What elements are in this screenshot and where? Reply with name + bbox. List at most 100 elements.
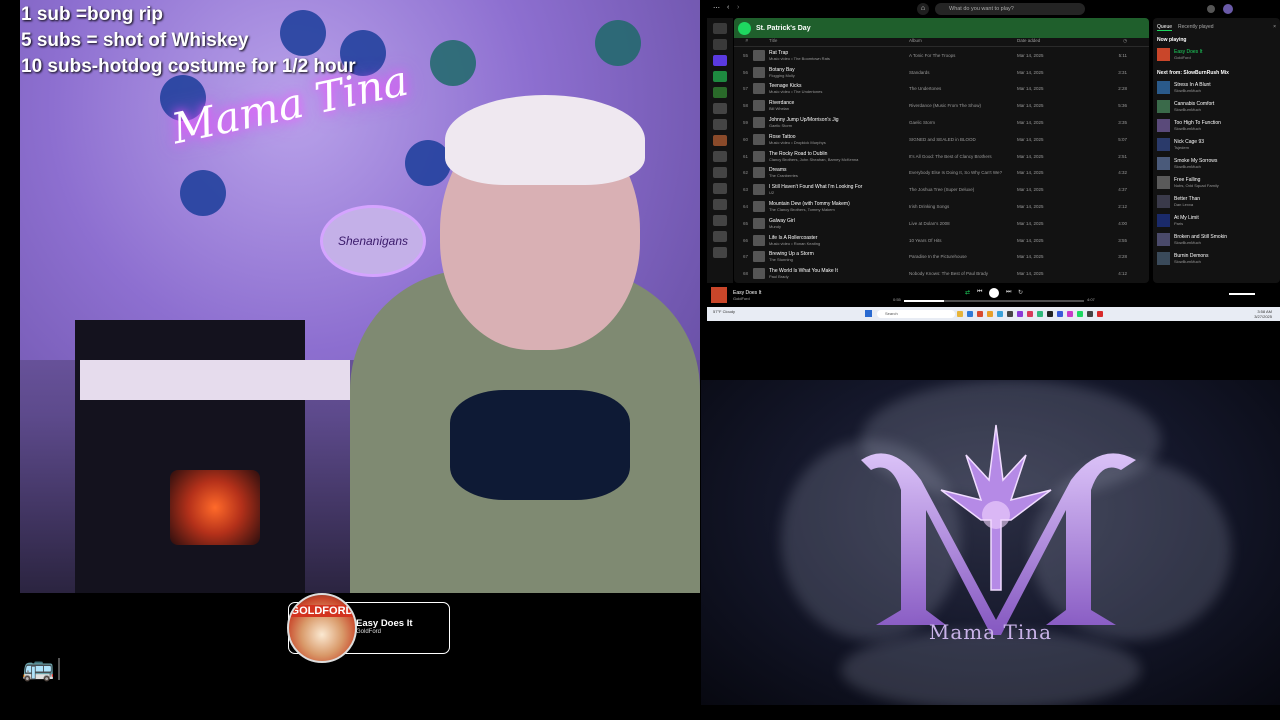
- app-icon[interactable]: [1007, 311, 1013, 317]
- queue-item[interactable]: Free Falling Nubs, Odd Squad Family: [1153, 173, 1280, 192]
- track-album[interactable]: SIGNED and SEALED in BLOOD: [909, 137, 1017, 142]
- track-artist[interactable]: Music video • Ronan Keating: [769, 241, 909, 246]
- library-item[interactable]: [713, 231, 727, 242]
- previous-icon[interactable]: ⏮: [977, 289, 982, 296]
- track-row[interactable]: 68 The World Is What You Make It Paul Brad…: [734, 265, 1149, 282]
- track-album[interactable]: Riverdance (Music From The Show): [909, 103, 1017, 108]
- track-artist[interactable]: Clancy Brothers, John Sheahan, Barney Mc…: [769, 157, 909, 162]
- queue-item[interactable]: Too High To Function SlowBurnMuch: [1153, 116, 1280, 135]
- library-item[interactable]: [713, 71, 727, 82]
- library-item[interactable]: [713, 87, 727, 98]
- queue-item[interactable]: Stress In A Blunt SlowBurnMuch: [1153, 78, 1280, 97]
- col-date[interactable]: Date added: [1017, 38, 1107, 46]
- queue-item[interactable]: Better Than Dan Lexxa: [1153, 192, 1280, 211]
- library-item[interactable]: [713, 55, 727, 66]
- track-row[interactable]: 60 Rose Tattoo Music video • Dropkick Murp…: [734, 131, 1149, 148]
- taskbar-search[interactable]: Search: [877, 310, 955, 318]
- track-row[interactable]: 62 Dreams The Cranberries Everybody Else Is…: [734, 165, 1149, 182]
- library-item[interactable]: [713, 119, 727, 130]
- track-album[interactable]: Everybody Else Is Doing It, So Why Can't…: [909, 170, 1017, 175]
- track-row[interactable]: 59 Johnny Jump Up/Morrison's Jig Gaelic St…: [734, 114, 1149, 131]
- back-icon[interactable]: ‹: [727, 4, 729, 11]
- app-icon[interactable]: [1047, 311, 1053, 317]
- app-icon[interactable]: [1067, 311, 1073, 317]
- windows-start-icon[interactable]: [865, 310, 872, 317]
- library-item[interactable]: [713, 183, 727, 194]
- home-icon[interactable]: ⌂: [917, 3, 929, 15]
- app-icon[interactable]: [1097, 311, 1103, 317]
- library-item[interactable]: [713, 215, 727, 226]
- close-icon[interactable]: ×: [1273, 24, 1276, 31]
- track-row[interactable]: 57 Teenage Kicks Music video • The Underto…: [734, 81, 1149, 98]
- track-album[interactable]: A Tonic For The Troops: [909, 53, 1017, 58]
- track-row[interactable]: 55 Rat Trap Music video • The Boomtown Rat…: [734, 47, 1149, 64]
- track-album[interactable]: Standards: [909, 70, 1017, 75]
- progress-bar[interactable]: [904, 300, 1084, 302]
- forward-icon[interactable]: ›: [737, 4, 739, 11]
- app-icon[interactable]: [987, 311, 993, 317]
- track-artist[interactable]: Bill Whelan: [769, 106, 909, 111]
- track-row[interactable]: 65 Galway Girl Mundy Live at Dolan's 2008 Ma…: [734, 215, 1149, 232]
- track-row[interactable]: 66 Life Is A Rollercoaster Music video • R…: [734, 232, 1149, 249]
- track-album[interactable]: The Joshua Tree (Super Deluxe): [909, 187, 1017, 192]
- queue-item[interactable]: Burnin Demons SlowBurnMuch: [1153, 249, 1280, 268]
- track-album[interactable]: 10 Years Of Hits: [909, 238, 1017, 243]
- track-artist[interactable]: Paul Brady: [769, 274, 909, 279]
- track-row[interactable]: 64 Mountain Dew (with Tommy Makem) The Cla…: [734, 198, 1149, 215]
- shuffle-icon[interactable]: ⇄: [965, 289, 970, 296]
- spotify-icon[interactable]: [1077, 311, 1083, 317]
- queue-item[interactable]: Cannabis Comfort SlowBurnMuch: [1153, 97, 1280, 116]
- track-album[interactable]: Nobody Knows: The Best of Paul Brady: [909, 271, 1017, 276]
- app-icon[interactable]: [1057, 311, 1063, 317]
- search-input[interactable]: What do you want to play?: [935, 3, 1085, 15]
- library-icon[interactable]: [713, 23, 727, 34]
- weather-widget[interactable]: 57°F Cloudy: [713, 309, 735, 314]
- library-item[interactable]: [713, 199, 727, 210]
- track-artist[interactable]: Music video • The Undertones: [769, 89, 909, 94]
- track-artist[interactable]: Music video • Dropkick Murphys: [769, 140, 909, 145]
- track-row[interactable]: 58 Riverdance Bill Whelan Riverdance (Music…: [734, 97, 1149, 114]
- tab-recently-played[interactable]: Recently played: [1178, 24, 1214, 31]
- app-icon[interactable]: [997, 311, 1003, 317]
- queue-current[interactable]: Easy Does It GoldFord: [1153, 45, 1280, 64]
- track-artist[interactable]: The Cranberries: [769, 173, 909, 178]
- pause-button[interactable]: [989, 288, 999, 298]
- track-album[interactable]: Irish Drinking Songs: [909, 204, 1017, 209]
- avatar[interactable]: [1223, 4, 1233, 14]
- library-item[interactable]: [713, 167, 727, 178]
- track-artist[interactable]: The Stunning: [769, 257, 909, 262]
- track-artist[interactable]: Flogging Molly: [769, 73, 909, 78]
- app-icon[interactable]: [957, 311, 963, 317]
- track-album[interactable]: Live at Dolan's 2008: [909, 221, 1017, 226]
- col-num[interactable]: #: [738, 38, 748, 46]
- bell-icon[interactable]: [1207, 5, 1215, 13]
- library-item[interactable]: [713, 151, 727, 162]
- track-row[interactable]: 56 Botany Bay Flogging Molly Standards Mar 1…: [734, 64, 1149, 81]
- queue-item[interactable]: Broken and Still Smokin SlowBurnMuch: [1153, 230, 1280, 249]
- track-artist[interactable]: U2: [769, 190, 909, 195]
- queue-item[interactable]: At My Limit Paris: [1153, 211, 1280, 230]
- next-icon[interactable]: ⏭: [1006, 289, 1011, 296]
- system-clock[interactable]: 3:58 AM 3/27/2025: [1254, 309, 1272, 319]
- plus-icon[interactable]: [713, 39, 727, 50]
- app-icon[interactable]: [1027, 311, 1033, 317]
- volume-slider[interactable]: [1229, 293, 1255, 295]
- tab-queue[interactable]: Queue: [1157, 24, 1173, 31]
- track-artist[interactable]: Music video • The Boomtown Rats: [769, 56, 909, 61]
- col-album[interactable]: Album: [909, 38, 1017, 46]
- track-album[interactable]: Gaelic Storm: [909, 120, 1017, 125]
- app-icon[interactable]: [1017, 311, 1023, 317]
- track-row[interactable]: 67 Brewing Up a Storm The Stunning Paradise…: [734, 249, 1149, 266]
- library-item[interactable]: [713, 135, 727, 146]
- menu-icon[interactable]: ⋯: [713, 4, 720, 12]
- track-row[interactable]: 61 The Rocky Road to Dublin Clancy Brother…: [734, 148, 1149, 165]
- track-artist[interactable]: Gaelic Storm: [769, 123, 909, 128]
- app-icon[interactable]: [977, 311, 983, 317]
- app-icon[interactable]: [1087, 311, 1093, 317]
- queue-item[interactable]: Nick Cage 93 Tsjedem: [1153, 135, 1280, 154]
- track-album[interactable]: It's All Good: The Best of Clancy Brothe…: [909, 154, 1017, 159]
- track-artist[interactable]: Mundy: [769, 224, 909, 229]
- library-item[interactable]: [713, 247, 727, 258]
- track-artist[interactable]: The Clancy Brothers, Tommy Makem: [769, 207, 909, 212]
- app-icon[interactable]: [1037, 311, 1043, 317]
